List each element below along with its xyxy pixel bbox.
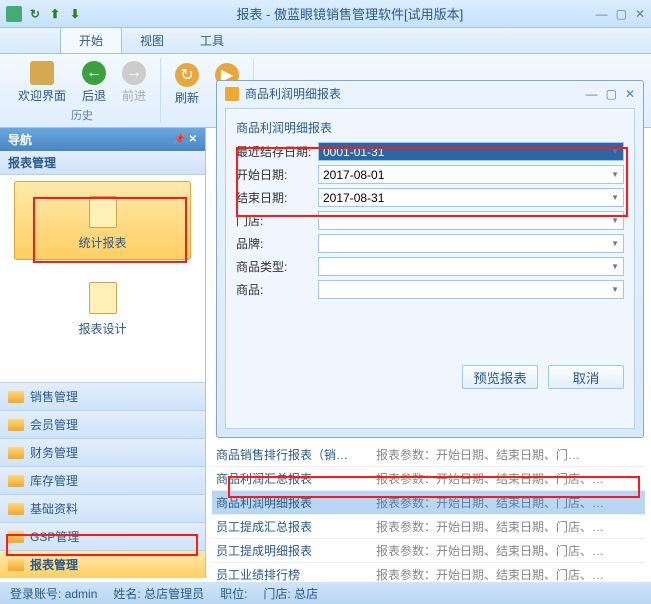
pin-icon[interactable]: 📌 (173, 134, 185, 145)
folder-icon (8, 391, 24, 403)
nav-close-icon[interactable]: ✕ (189, 134, 197, 145)
cancel-button[interactable]: 取消 (548, 365, 624, 389)
report-row[interactable]: 员工提成明细报表报表参数：开始日期、结束日期、门店、… (212, 539, 645, 563)
recent-date-field[interactable]: 0001-01-31▼ (318, 142, 624, 161)
qat-up-icon[interactable]: ⬆ (46, 5, 64, 23)
chevron-down-icon: ▼ (611, 170, 619, 179)
chevron-down-icon: ▼ (611, 147, 619, 156)
preview-button[interactable]: 预览报表 (462, 365, 538, 389)
maximize-button[interactable]: ▢ (616, 7, 627, 21)
product-field[interactable]: ▼ (318, 280, 624, 299)
nav-section: 报表管理 (0, 151, 205, 175)
chevron-down-icon: ▼ (611, 285, 619, 294)
window-title: 报表 - 傲蓝眼镜销售管理软件[试用版本] (104, 4, 596, 23)
dialog-icon (225, 87, 239, 101)
folder-icon (8, 419, 24, 431)
report-icon (89, 196, 117, 228)
tab-start[interactable]: 开始 (60, 27, 122, 53)
folder-icon (8, 447, 24, 459)
chevron-down-icon: ▼ (611, 262, 619, 271)
nav-folder-finance[interactable]: 财务管理 (0, 438, 205, 466)
refresh-button[interactable]: ↻刷新 (167, 58, 207, 111)
nav-folder-gsp[interactable]: GSP管理 (0, 522, 205, 550)
nav-folder-sales[interactable]: 销售管理 (0, 382, 205, 410)
nav-folder-members[interactable]: 会员管理 (0, 410, 205, 438)
dialog-minimize-button[interactable]: — (586, 87, 598, 101)
folder-icon (8, 475, 24, 487)
app-icon (6, 6, 22, 22)
folder-icon (8, 503, 24, 515)
forward-button: →前进 (114, 58, 154, 107)
back-button[interactable]: ←后退 (74, 58, 114, 107)
nav-header: 导航 📌 ✕ (0, 128, 205, 151)
welcome-button[interactable]: 欢迎界面 (10, 58, 74, 107)
fieldset-label: 商品利润明细报表 (236, 119, 624, 136)
chevron-down-icon: ▼ (611, 193, 619, 202)
category-field[interactable]: ▼ (318, 257, 624, 276)
report-row[interactable]: 商品销售排行报表（销…报表参数：开始日期、结束日期、门… (212, 443, 645, 467)
chevron-down-icon: ▼ (611, 216, 619, 225)
dialog-close-button[interactable]: ✕ (625, 87, 635, 101)
dialog-product-profit-detail: 商品利润明细报表 — ▢ ✕ 商品利润明细报表 最近结存日期:0001-01-3… (216, 80, 644, 438)
folder-icon (8, 531, 24, 543)
nav-card-report-design[interactable]: 报表设计 (14, 268, 191, 345)
start-date-field[interactable]: 2017-08-01▼ (318, 165, 624, 184)
design-icon (89, 282, 117, 314)
nav-card-stat-report[interactable]: 统计报表 (14, 181, 191, 260)
ribbon-group-history: 历史 (71, 107, 93, 123)
dialog-maximize-button[interactable]: ▢ (606, 87, 617, 101)
nav-folder-stock[interactable]: 库存管理 (0, 466, 205, 494)
nav-folder-reports[interactable]: 报表管理 (0, 550, 205, 578)
dialog-title: 商品利润明细报表 (245, 85, 586, 102)
store-field[interactable]: ▼ (318, 211, 624, 230)
close-button[interactable]: ✕ (635, 7, 645, 21)
tab-tools[interactable]: 工具 (182, 28, 242, 53)
qat-refresh-icon[interactable]: ↻ (26, 5, 44, 23)
tab-view[interactable]: 视图 (122, 28, 182, 53)
brand-field[interactable]: ▼ (318, 234, 624, 253)
folder-icon (8, 559, 24, 571)
minimize-button[interactable]: — (596, 7, 608, 21)
chevron-down-icon: ▼ (611, 239, 619, 248)
statusbar: 登录账号: admin 姓名: 总店管理员 职位: 门店: 总店 (0, 582, 651, 604)
home-icon (30, 61, 54, 85)
qat-down-icon[interactable]: ⬇ (66, 5, 84, 23)
back-icon: ← (82, 61, 106, 85)
end-date-field[interactable]: 2017-08-31▼ (318, 188, 624, 207)
report-row[interactable]: 商品利润汇总报表报表参数：开始日期、结束日期、门店、… (212, 467, 645, 491)
refresh-icon: ↻ (175, 63, 199, 87)
report-row[interactable]: 商品利润明细报表报表参数：开始日期、结束日期、门店、… (212, 491, 645, 515)
nav-folder-basedata[interactable]: 基础资料 (0, 494, 205, 522)
report-row[interactable]: 员工提成汇总报表报表参数：开始日期、结束日期、门店、… (212, 515, 645, 539)
forward-icon: → (122, 61, 146, 85)
